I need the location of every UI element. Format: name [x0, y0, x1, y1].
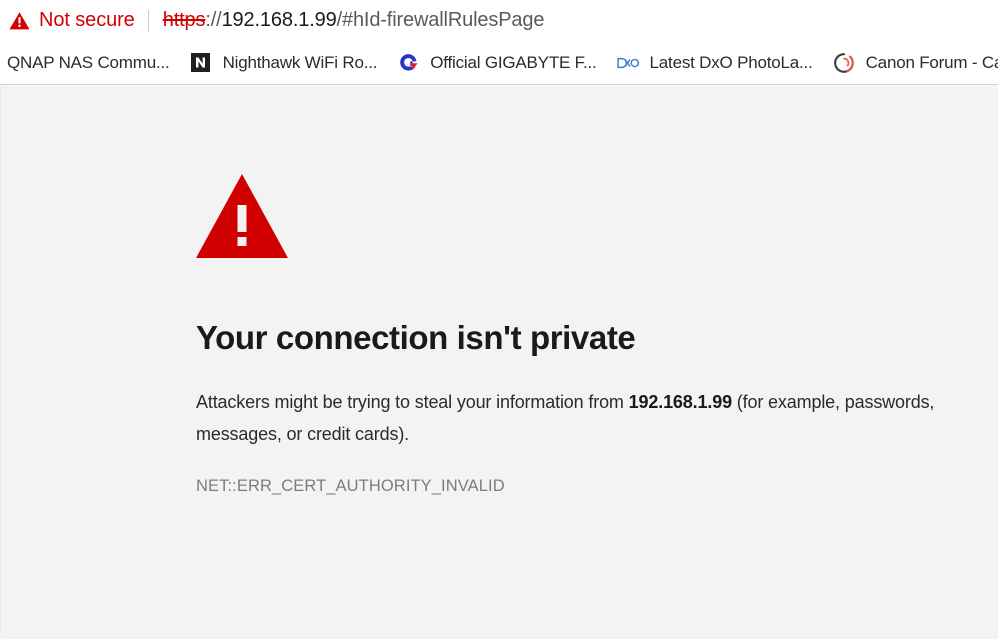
url-text[interactable]: https://192.168.1.99/#hId-firewallRulesP…	[163, 9, 545, 32]
error-description-host: 192.168.1.99	[628, 392, 732, 413]
bookmark-label: Official GIGABYTE F...	[430, 52, 597, 72]
bookmark-label: Canon Forum - Can...	[865, 52, 998, 72]
address-bar-divider	[147, 9, 149, 32]
browser-chrome: Not secure https://192.168.1.99/#hId-fir…	[0, 0, 998, 85]
bookmark-label: Latest DxO PhotoLa...	[649, 52, 813, 72]
netgear-nighthawk-icon	[190, 52, 212, 74]
not-secure-label: Not secure	[39, 9, 135, 31]
bookmark-nighthawk[interactable]: Nighthawk WiFi Ro...	[180, 46, 388, 80]
error-description: Attackers might be trying to steal your …	[196, 386, 966, 450]
security-indicator[interactable]: Not secure	[9, 9, 135, 32]
bookmark-label: Nighthawk WiFi Ro...	[222, 52, 378, 72]
url-host: 192.168.1.99	[221, 9, 337, 31]
canon-icon	[833, 52, 855, 74]
address-bar[interactable]: Not secure https://192.168.1.99/#hId-fir…	[0, 0, 998, 41]
bookmark-qnap[interactable]: QNAP NAS Commu...	[0, 46, 180, 80]
url-path: /#hId-firewallRulesPage	[336, 9, 545, 31]
bookmark-label: QNAP NAS Commu...	[7, 52, 170, 72]
bookmark-gigabyte[interactable]: Official GIGABYTE F...	[387, 46, 606, 80]
url-scheme: https	[162, 9, 206, 31]
bookmark-dxo[interactable]: Latest DxO PhotoLa...	[607, 46, 823, 80]
warning-triangle-icon	[9, 11, 30, 30]
url-separator: ://	[205, 9, 222, 31]
error-content: Your connection isn't private Attackers …	[196, 86, 966, 496]
page-title: Your connection isn't private	[196, 319, 636, 356]
error-code: NET::ERR_CERT_AUTHORITY_INVALID	[196, 477, 505, 496]
warning-triangle-icon	[196, 174, 288, 258]
error-description-prefix: Attackers might be trying to steal your …	[196, 392, 629, 413]
bookmarks-bar: QNAP NAS Commu... Nighthawk WiFi Ro... O…	[0, 41, 998, 85]
error-page: Your connection isn't private Attackers …	[0, 85, 998, 633]
gigabyte-icon	[397, 52, 419, 74]
bookmark-canon[interactable]: Canon Forum - Can...	[823, 46, 998, 80]
dxo-icon	[616, 52, 639, 74]
